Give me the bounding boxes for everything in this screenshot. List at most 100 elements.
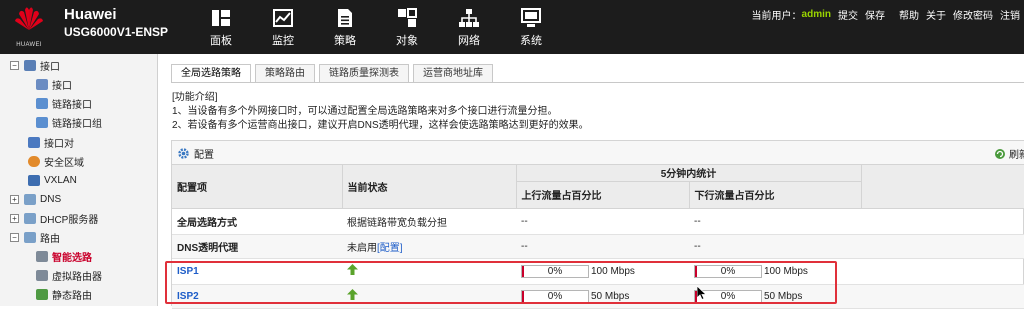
sidebar-item-link-interface-group[interactable]: 链路接口组	[36, 113, 102, 131]
vxlan-icon	[28, 174, 40, 186]
sidebar-item-static-route[interactable]: 静态路由	[36, 285, 92, 303]
nav-label: 策略	[334, 34, 356, 47]
sidebar-item-security-zone[interactable]: 安全区域	[28, 152, 84, 170]
tab-isp-address-library[interactable]: 运营商地址库	[413, 64, 493, 83]
help-link[interactable]: 帮助	[899, 7, 919, 22]
header-5min-stats: 5分钟内统计	[516, 165, 862, 182]
tab-global-routing-policy[interactable]: 全局选路策略	[171, 64, 251, 83]
config-label: 配置	[194, 150, 214, 161]
dashboard-icon	[210, 7, 232, 29]
intro-line: 1、当设备有多个外网接口时，可以通过配置全局选路策略来对多个接口进行流量分担。	[172, 106, 558, 117]
dns-config-link[interactable]: [配置]	[377, 243, 403, 254]
progress-value: 0%	[547, 290, 563, 302]
nav-label: 对象	[396, 34, 418, 47]
main-content: 全局选路策略 策略路由 链路质量探测表 运营商地址库 [功能介绍] 1、当设备有…	[159, 54, 1024, 309]
main-nav: 面板 监控 策略 对象 网络 系统	[190, 0, 562, 54]
function-intro: [功能介绍] 1、当设备有多个外网接口时，可以通过配置全局选路策略来对多个接口进…	[172, 91, 589, 133]
header-downstream-pct: 下行流量占百分比	[689, 181, 862, 209]
change-password-link[interactable]: 修改密码	[953, 7, 993, 22]
policy-icon	[334, 7, 356, 29]
nav-label: 监控	[272, 34, 294, 47]
progress-value: 0%	[720, 265, 736, 277]
tab-policy-routing[interactable]: 策略路由	[255, 64, 315, 83]
row-item: DNS透明代理	[172, 234, 342, 259]
header-filler	[861, 165, 1024, 209]
expand-icon[interactable]: +	[10, 213, 19, 223]
sidebar-item-virtual-router[interactable]: 虚拟路由器	[36, 266, 102, 284]
config-button[interactable]: 配置	[177, 146, 214, 161]
refresh-label: 刷新	[1009, 150, 1024, 161]
table-row: DNS透明代理 未启用[配置] -- --	[172, 234, 1024, 259]
sidebar: − 接口 接口 链路接口 链路接口组 接口对 安全区域 VXLAN + DNS …	[0, 54, 158, 306]
tab-divider	[171, 82, 1024, 83]
row-up: --	[516, 234, 689, 259]
bandwidth: 100 Mbps	[764, 265, 808, 277]
dns-icon	[24, 193, 36, 205]
link-interface-group-icon	[36, 116, 48, 128]
isp2-name[interactable]: ISP2	[172, 284, 342, 309]
sidebar-item-label: 智能选路	[52, 252, 92, 264]
nav-object[interactable]: 对象	[376, 0, 438, 54]
current-user: admin	[801, 9, 831, 20]
header-upstream-pct: 上行流量占百分比	[516, 181, 690, 209]
tab-bar: 全局选路策略 策略路由 链路质量探测表 运营商地址库	[171, 64, 497, 83]
isp-name-link[interactable]: ISP1	[177, 266, 199, 277]
brand-name: Huawei	[64, 6, 117, 23]
isp1-name[interactable]: ISP1	[172, 258, 342, 285]
logout-link[interactable]: 注销	[1000, 7, 1020, 22]
interface-icon	[36, 78, 48, 90]
logo-text: HUAWEI	[16, 42, 42, 48]
huawei-logo: HUAWEI	[6, 4, 52, 50]
sidebar-item-label: DNS	[40, 193, 62, 205]
sidebar-item-label: DHCP服务器	[40, 214, 99, 226]
isp1-up: 0% 100 Mbps	[516, 258, 689, 285]
sidebar-item-routing[interactable]: − 路由	[10, 228, 60, 246]
table-row: 全局选路方式 根据链路带宽负载分担 -- --	[172, 208, 1024, 235]
progress-value: 0%	[720, 290, 736, 302]
sidebar-item-label: 链路接口	[52, 99, 92, 111]
isp2-down: 0% 50 Mbps	[689, 284, 861, 309]
row-item: 全局选路方式	[172, 208, 342, 235]
nav-label: 网络	[458, 34, 480, 47]
sidebar-item-link-interface[interactable]: 链路接口	[36, 94, 92, 112]
status-text: 未启用	[347, 242, 377, 254]
refresh-button[interactable]: 刷新	[994, 146, 1024, 161]
status-up-arrow-icon	[347, 289, 358, 300]
sidebar-item-interface-pair[interactable]: 接口对	[28, 133, 74, 151]
panel-toolbar: 配置 刷新	[172, 141, 1024, 165]
nav-monitor[interactable]: 监控	[252, 0, 314, 54]
sidebar-item-vxlan[interactable]: VXLAN	[28, 171, 77, 189]
isp1-down: 0% 100 Mbps	[689, 258, 861, 285]
nav-system[interactable]: 系统	[500, 0, 562, 54]
expand-icon[interactable]: +	[10, 194, 19, 204]
sidebar-item-intelligent-routing[interactable]: 智能选路	[36, 247, 92, 265]
interface-folder-icon	[24, 59, 36, 71]
sidebar-item-interface-group[interactable]: − 接口	[10, 56, 60, 74]
collapse-icon[interactable]: −	[10, 232, 19, 242]
isp-name-link[interactable]: ISP2	[177, 291, 199, 302]
tab-link-quality-probe[interactable]: 链路质量探测表	[319, 64, 409, 83]
commit-link[interactable]: 提交	[838, 7, 858, 22]
sidebar-item-dhcp-server[interactable]: + DHCP服务器	[10, 209, 98, 227]
sidebar-item-dns[interactable]: + DNS	[10, 190, 61, 208]
save-link[interactable]: 保存	[865, 7, 885, 22]
collapse-icon[interactable]: −	[10, 60, 19, 70]
sidebar-item-label: 链路接口组	[52, 118, 102, 130]
row-down: --	[689, 234, 861, 259]
intro-line: 2、若设备有多个运营商出接口，建议开启DNS透明代理，这样会使选路策略达到更好的…	[172, 120, 589, 131]
routing-icon	[24, 231, 36, 243]
sidebar-item-label: 接口	[52, 80, 72, 92]
bandwidth: 50 Mbps	[764, 290, 803, 302]
dhcp-icon	[24, 212, 36, 224]
isp1-status	[342, 258, 516, 285]
nav-policy[interactable]: 策略	[314, 0, 376, 54]
nav-dashboard[interactable]: 面板	[190, 0, 252, 54]
sidebar-item-label: 接口	[40, 61, 60, 73]
sidebar-item-interface[interactable]: 接口	[36, 75, 72, 93]
isp2-status	[342, 284, 516, 309]
nav-network[interactable]: 网络	[438, 0, 500, 54]
about-link[interactable]: 关于	[926, 7, 946, 22]
monitor-icon	[272, 7, 294, 29]
link-interface-icon	[36, 97, 48, 109]
row-status: 根据链路带宽负载分担	[342, 208, 516, 235]
